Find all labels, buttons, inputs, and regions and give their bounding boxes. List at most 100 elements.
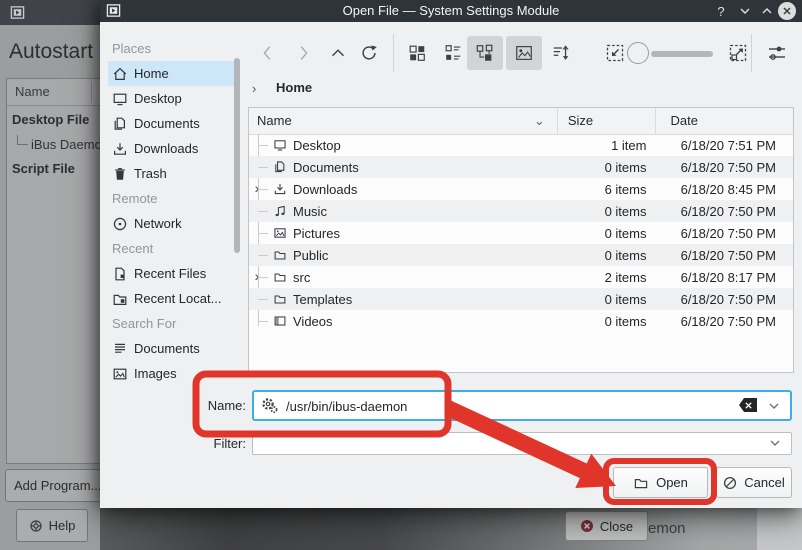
autostart-column-header[interactable]: Name bbox=[7, 79, 101, 106]
sort-button[interactable] bbox=[544, 36, 578, 70]
table-row[interactable]: Videos 0 items 6/18/20 7:50 PM bbox=[249, 310, 793, 332]
trash-icon bbox=[112, 166, 128, 182]
screen: Autostart Name Desktop File iBus Daemon … bbox=[0, 0, 802, 550]
close-window-button[interactable] bbox=[778, 2, 796, 20]
zoom-slider-track bbox=[651, 51, 713, 57]
close-icon bbox=[580, 519, 594, 533]
up-button[interactable] bbox=[321, 36, 355, 70]
documents-icon bbox=[273, 160, 287, 174]
dialog-titlebar: Open File — System Settings Module ? bbox=[100, 0, 802, 22]
autostart-heading: Autostart bbox=[9, 40, 94, 63]
partial-background-text: emon bbox=[648, 520, 686, 537]
bottom-band bbox=[100, 508, 802, 550]
table-row[interactable]: Pictures 0 items 6/18/20 7:50 PM bbox=[249, 222, 793, 244]
chevron-down-icon[interactable] bbox=[768, 400, 780, 412]
autostart-group-script-file[interactable]: Script File bbox=[12, 161, 75, 176]
cancel-icon bbox=[723, 476, 737, 490]
table-header: Name ⌄ Size Date bbox=[249, 108, 793, 135]
network-icon bbox=[112, 216, 128, 232]
sidebar-item-network[interactable]: Network bbox=[108, 211, 234, 236]
tree-view-button[interactable] bbox=[467, 36, 503, 70]
remote-section-header: Remote bbox=[112, 191, 158, 206]
titlebar-help-button[interactable]: ? bbox=[710, 0, 732, 22]
preview-button[interactable] bbox=[506, 36, 542, 70]
sidebar-item-home[interactable]: Home bbox=[108, 61, 234, 86]
executable-gear-icon bbox=[261, 397, 278, 414]
recent-locations-icon bbox=[112, 291, 128, 307]
breadcrumb-chevron-icon[interactable]: › bbox=[252, 81, 256, 96]
forward-button[interactable] bbox=[286, 36, 320, 70]
folder-icon bbox=[273, 248, 287, 262]
autostart-window-icon bbox=[10, 5, 25, 20]
downloads-icon bbox=[273, 182, 287, 196]
images-icon bbox=[112, 366, 128, 382]
table-row[interactable]: Documents 0 items 6/18/20 7:50 PM bbox=[249, 156, 793, 178]
back-button[interactable] bbox=[251, 36, 285, 70]
name-label: Name: bbox=[207, 398, 246, 413]
column-header-date[interactable]: Date bbox=[656, 108, 793, 134]
table-row[interactable]: › src 2 items 6/18/20 8:17 PM bbox=[249, 266, 793, 288]
sidebar-scrollbar[interactable] bbox=[234, 58, 240, 253]
table-row[interactable]: Public 0 items 6/18/20 7:50 PM bbox=[249, 244, 793, 266]
minimize-button[interactable] bbox=[734, 0, 756, 22]
document-lines-icon bbox=[112, 341, 128, 357]
column-header-size[interactable]: Size bbox=[558, 108, 657, 134]
folder-open-icon bbox=[633, 475, 649, 491]
table-row[interactable]: Music 0 items 6/18/20 7:50 PM bbox=[249, 200, 793, 222]
desktop-icon bbox=[112, 91, 128, 107]
table-row[interactable]: Desktop 1 item 6/18/20 7:51 PM bbox=[249, 134, 793, 156]
recent-files-icon bbox=[112, 266, 128, 282]
zoom-in-button[interactable] bbox=[721, 36, 755, 70]
videos-icon bbox=[273, 314, 287, 328]
documents-icon bbox=[112, 116, 128, 132]
places-panel: Places Home Desktop Documents Downloads … bbox=[108, 36, 234, 386]
folder-icon bbox=[273, 292, 287, 306]
file-list-view: Name ⌄ Size Date Desktop 1 item 6/18/20 … bbox=[248, 107, 794, 373]
table-rows: Desktop 1 item 6/18/20 7:51 PM Documents… bbox=[249, 134, 793, 332]
search-for-section-header: Search For bbox=[112, 316, 177, 331]
name-input[interactable] bbox=[284, 392, 718, 421]
desktop-icon bbox=[273, 138, 287, 152]
maximize-button[interactable] bbox=[756, 0, 778, 22]
reload-button[interactable] bbox=[352, 36, 386, 70]
dialog-title: Open File — System Settings Module bbox=[342, 3, 560, 18]
tree-elbow bbox=[17, 135, 28, 145]
breadcrumb-current[interactable]: Home bbox=[276, 80, 312, 95]
sort-indicator-icon: ⌄ bbox=[533, 113, 545, 128]
icons-view-button[interactable] bbox=[400, 36, 434, 70]
sidebar-item-recent-locations[interactable]: Recent Locat... bbox=[108, 286, 234, 311]
help-button[interactable]: Help bbox=[16, 509, 88, 542]
help-icon bbox=[29, 519, 43, 533]
folder-icon bbox=[273, 270, 287, 284]
add-program-button[interactable]: Add Program... bbox=[5, 469, 111, 502]
autostart-item-ibus-daemon[interactable]: iBus Daemon bbox=[31, 137, 109, 152]
chevron-down-icon[interactable] bbox=[769, 437, 781, 449]
sidebar-item-desktop[interactable]: Desktop bbox=[108, 86, 234, 111]
autostart-group-desktop-file[interactable]: Desktop File bbox=[12, 112, 89, 127]
cancel-button[interactable]: Cancel bbox=[716, 467, 792, 498]
bottom-band-light bbox=[757, 508, 802, 550]
places-section-header: Places bbox=[112, 41, 152, 56]
toolbar-separator bbox=[393, 34, 394, 72]
open-file-dialog: Open File — System Settings Module ? Pla… bbox=[100, 0, 802, 508]
close-button[interactable]: Close bbox=[565, 511, 648, 541]
sidebar-item-search-documents[interactable]: Documents bbox=[108, 336, 234, 361]
sidebar-item-search-images[interactable]: Images bbox=[108, 361, 234, 386]
zoom-slider-handle[interactable] bbox=[627, 42, 649, 64]
sidebar-item-trash[interactable]: Trash bbox=[108, 161, 234, 186]
options-button[interactable] bbox=[760, 36, 794, 70]
background-window-titlebar bbox=[0, 0, 100, 25]
column-header-name[interactable]: Name ⌄ bbox=[249, 108, 558, 134]
clear-text-icon[interactable] bbox=[739, 398, 757, 412]
sidebar-item-downloads[interactable]: Downloads bbox=[108, 136, 234, 161]
table-row[interactable]: › Downloads 6 items 6/18/20 8:45 PM bbox=[249, 178, 793, 200]
table-row[interactable]: Templates 0 items 6/18/20 7:50 PM bbox=[249, 288, 793, 310]
sidebar-item-documents[interactable]: Documents bbox=[108, 111, 234, 136]
filter-input[interactable] bbox=[259, 433, 753, 456]
autostart-list-panel: Name Desktop File iBus Daemon Script Fil… bbox=[6, 78, 109, 464]
compact-view-button[interactable] bbox=[436, 36, 470, 70]
filter-combobox bbox=[252, 432, 792, 456]
toolbar-separator bbox=[751, 34, 752, 72]
sidebar-item-recent-files[interactable]: Recent Files bbox=[108, 261, 234, 286]
open-button[interactable]: Open bbox=[613, 467, 708, 498]
